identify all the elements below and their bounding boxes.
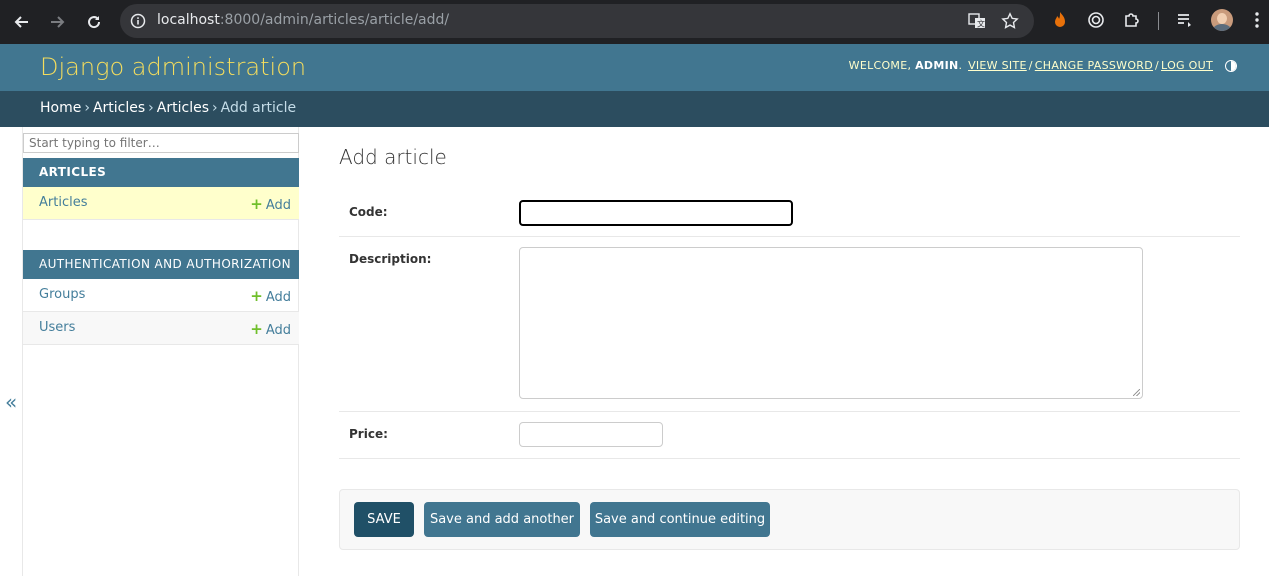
- module-caption-auth[interactable]: AUTHENTICATION AND AUTHORIZATION: [23, 250, 299, 279]
- code-input[interactable]: [519, 200, 793, 226]
- theme-toggle-icon[interactable]: [1225, 59, 1237, 72]
- breadcrumb: Home › Articles › Articles › Add article: [0, 91, 1269, 127]
- description-textarea[interactable]: [519, 247, 1143, 399]
- price-input[interactable]: [519, 422, 663, 447]
- description-label: Description:: [349, 252, 432, 266]
- toolbar-divider: [1158, 12, 1159, 30]
- module-caption-articles[interactable]: ARTICLES: [23, 158, 299, 187]
- sidebar-item-label[interactable]: Groups: [39, 287, 85, 302]
- form-row-price: Price:: [339, 412, 1240, 459]
- extension-target-icon[interactable]: [1084, 8, 1108, 32]
- extension-flame-icon[interactable]: [1048, 8, 1072, 32]
- user-tools: WELCOME, ADMIN. VIEW SITE / CHANGE PASSWO…: [849, 59, 1237, 72]
- plus-icon: +: [250, 287, 263, 305]
- save-and-continue-button[interactable]: Save and continue editing: [590, 502, 770, 537]
- admin-header: Django administration WELCOME, ADMIN. VI…: [0, 44, 1269, 91]
- plus-icon: +: [250, 195, 263, 213]
- username: ADMIN: [915, 59, 959, 72]
- submit-row: SAVE Save and add another Save and conti…: [339, 489, 1240, 550]
- svg-text:文: 文: [977, 19, 985, 29]
- browser-toolbar: localhost:8000/admin/articles/article/ad…: [0, 0, 1269, 44]
- extensions-puzzle-icon[interactable]: [1120, 8, 1144, 32]
- plus-icon: +: [250, 320, 263, 338]
- translate-icon[interactable]: 文: [967, 11, 987, 31]
- reload-icon[interactable]: [80, 8, 108, 36]
- breadcrumb-app[interactable]: Articles: [93, 100, 145, 116]
- code-label: Code:: [349, 205, 388, 219]
- sidebar-item-label[interactable]: Articles: [39, 195, 87, 210]
- welcome-text: WELCOME,: [848, 59, 912, 72]
- site-info-icon[interactable]: [128, 11, 148, 31]
- log-out-link[interactable]: LOG OUT: [1161, 59, 1213, 72]
- reading-list-icon[interactable]: [1173, 8, 1197, 32]
- forward-icon[interactable]: [43, 8, 71, 36]
- price-label: Price:: [349, 427, 388, 441]
- nav-sidebar: ARTICLES Articles +Add AUTHENTICATION AN…: [22, 127, 299, 576]
- back-icon[interactable]: [8, 8, 36, 36]
- sidebar-item-label[interactable]: Users: [39, 320, 75, 335]
- view-site-link[interactable]: VIEW SITE: [968, 59, 1027, 72]
- sidebar-item-users: Users + Add: [23, 312, 299, 345]
- save-and-add-another-button[interactable]: Save and add another: [424, 502, 580, 537]
- more-menu-icon[interactable]: [1245, 8, 1269, 32]
- form-row-description: Description:: [339, 237, 1240, 412]
- save-button[interactable]: SAVE: [354, 502, 414, 537]
- bookmark-star-icon[interactable]: [1000, 11, 1020, 31]
- form-row-code: Code:: [339, 190, 1240, 237]
- breadcrumb-current: Add article: [220, 100, 297, 116]
- breadcrumb-model[interactable]: Articles: [157, 100, 209, 116]
- page-title: Add article: [339, 145, 447, 169]
- resize-handle-icon[interactable]: [1133, 389, 1140, 396]
- sidebar-item-groups: Groups + Add: [23, 279, 299, 312]
- breadcrumb-home[interactable]: Home: [40, 100, 81, 116]
- site-branding[interactable]: Django administration: [40, 53, 306, 81]
- change-password-link[interactable]: CHANGE PASSWORD: [1035, 59, 1153, 72]
- collapse-sidebar-button[interactable]: «: [5, 390, 17, 414]
- add-groups-link[interactable]: + Add: [250, 287, 291, 305]
- profile-avatar[interactable]: [1211, 9, 1233, 31]
- add-users-link[interactable]: + Add: [250, 320, 291, 338]
- address-bar[interactable]: localhost:8000/admin/articles/article/ad…: [120, 4, 1034, 38]
- sidebar-item-articles: Articles + Add: [23, 187, 299, 220]
- add-articles-link[interactable]: + Add: [250, 195, 291, 213]
- sidebar-filter-input[interactable]: [23, 133, 299, 153]
- url-text: localhost:8000/admin/articles/article/ad…: [157, 12, 450, 28]
